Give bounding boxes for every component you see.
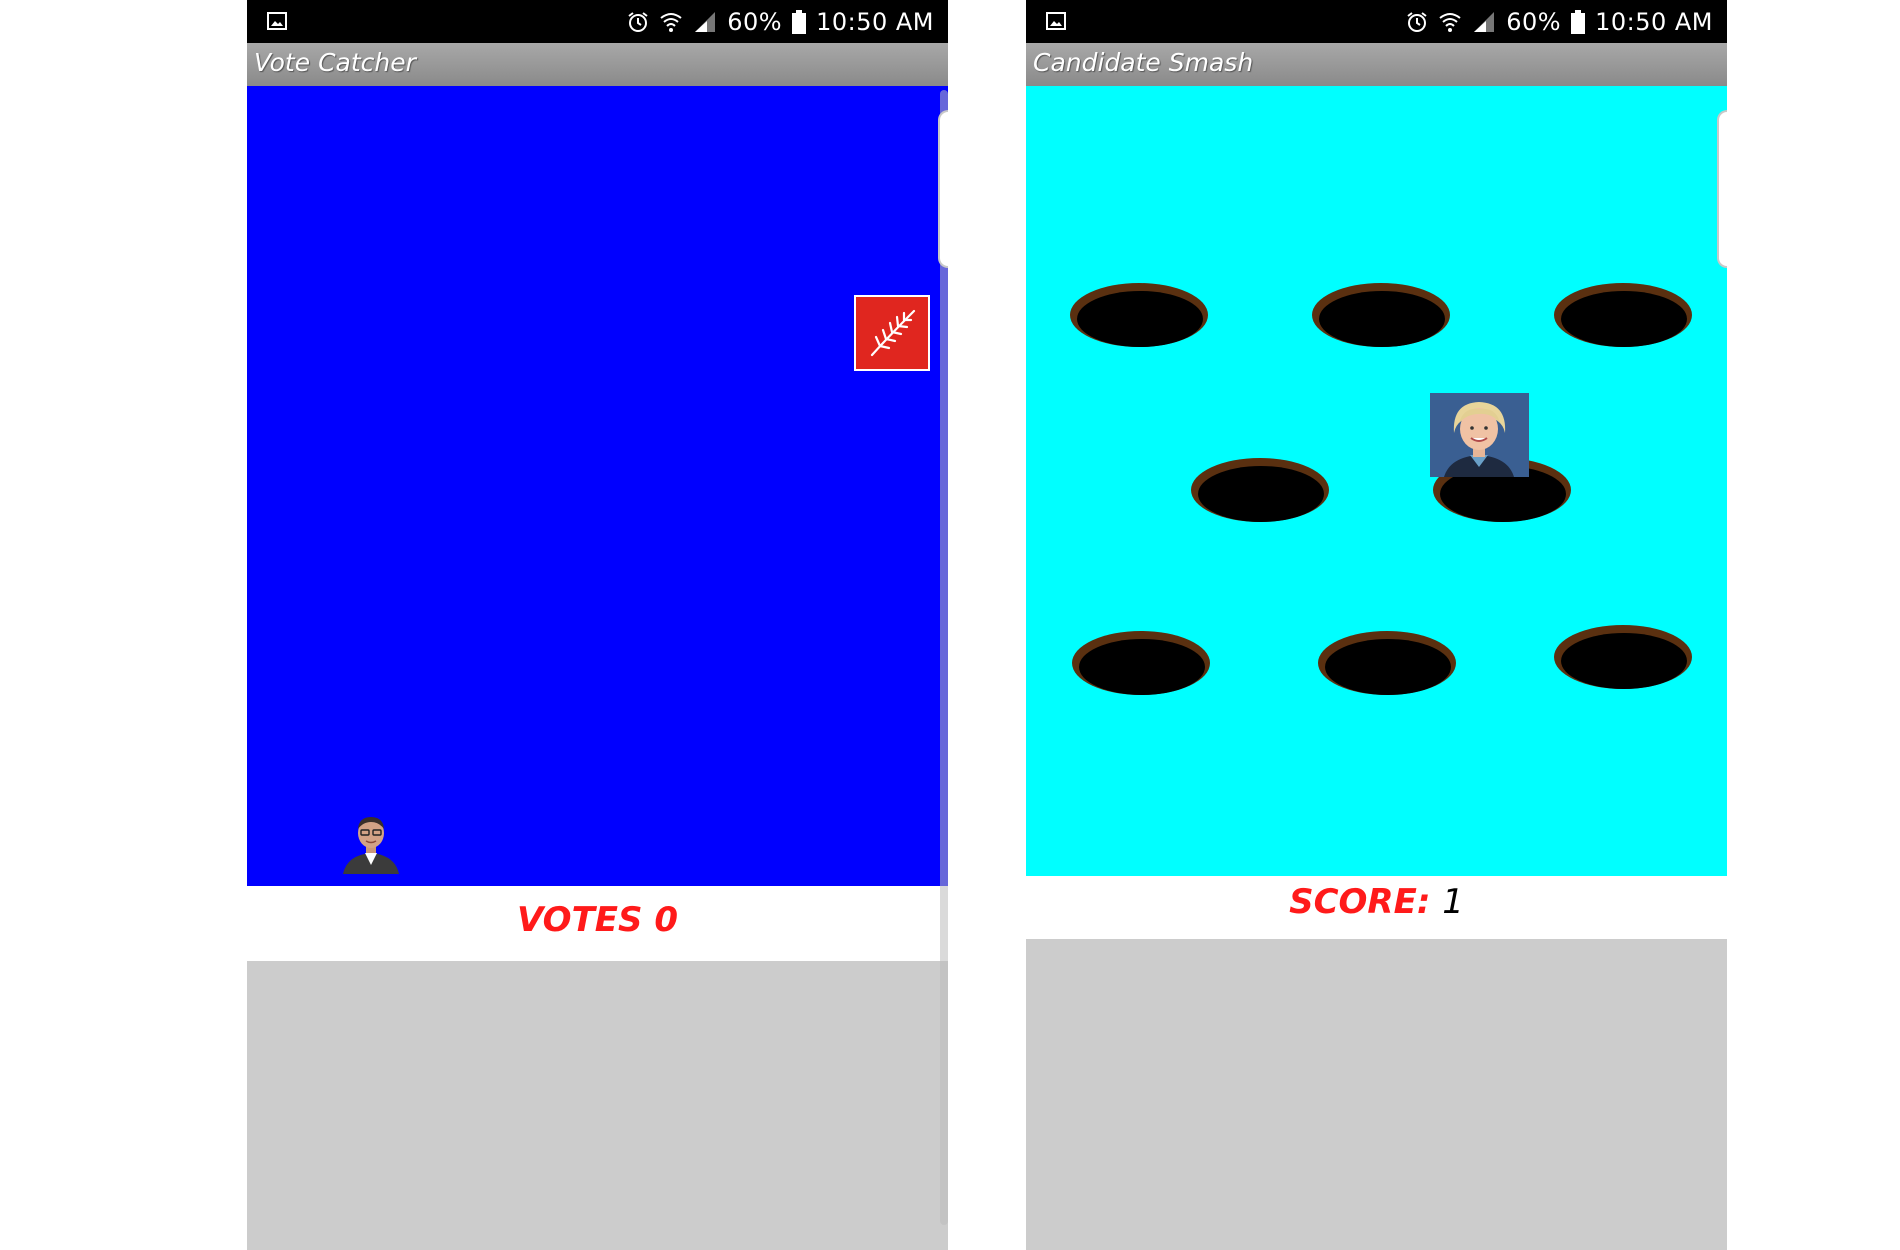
app-title: Vote Catcher xyxy=(254,48,416,77)
votes-value: 0 xyxy=(654,900,679,940)
app-title: Candidate Smash xyxy=(1033,48,1254,77)
fern-icon xyxy=(870,309,916,357)
wifi-icon xyxy=(660,12,682,32)
candidate-smash-screen: 60% 10:50 AM Candidate Smash SCORE: 1 xyxy=(1026,0,1727,1250)
clock: 10:50 AM xyxy=(816,7,934,36)
mole-hole[interactable] xyxy=(1311,282,1451,348)
mole-hole[interactable] xyxy=(1190,457,1330,523)
popped-candidate[interactable] xyxy=(1430,393,1529,477)
mole-hole[interactable] xyxy=(1553,624,1693,690)
app-title-bar: Candidate Smash xyxy=(1026,43,1727,86)
status-bar: 60% 10:50 AM xyxy=(1026,0,1727,43)
wifi-icon xyxy=(1439,12,1461,32)
blank-panel xyxy=(247,961,948,1250)
signal-icon xyxy=(1474,11,1495,32)
score-label: SCORE: xyxy=(1289,882,1431,922)
score-value: 1 xyxy=(1442,882,1464,922)
mole-hole[interactable] xyxy=(1071,630,1211,696)
score-counter: SCORE: 1 xyxy=(1026,876,1727,939)
status-bar: 60% 10:50 AM xyxy=(247,0,948,43)
mole-hole[interactable] xyxy=(1317,630,1457,696)
candidate-portrait xyxy=(343,817,399,874)
battery-icon xyxy=(792,9,807,34)
edge-panel-handle[interactable] xyxy=(1717,110,1727,268)
signal-icon xyxy=(695,11,716,32)
battery-percent: 60% xyxy=(1506,7,1562,36)
catcher-player-avatar[interactable] xyxy=(339,811,403,874)
image-icon xyxy=(267,12,287,30)
vote-catcher-screen: 60% 10:50 AM Vote Catcher VOTES 0 xyxy=(247,0,948,1250)
candidate-portrait xyxy=(1430,393,1529,477)
alarm-icon xyxy=(628,11,648,32)
battery-icon xyxy=(1571,9,1586,34)
catcher-play-field[interactable] xyxy=(247,86,948,886)
mole-hole[interactable] xyxy=(1069,282,1209,348)
falling-vote-tile xyxy=(854,295,930,371)
image-icon xyxy=(1046,12,1066,30)
blank-panel xyxy=(1026,939,1727,1250)
clock: 10:50 AM xyxy=(1595,7,1713,36)
votes-label: VOTES xyxy=(516,900,643,940)
mole-hole[interactable] xyxy=(1553,282,1693,348)
alarm-icon xyxy=(1407,11,1427,32)
edge-panel-handle[interactable] xyxy=(938,110,948,268)
app-title-bar: Vote Catcher xyxy=(247,43,948,86)
votes-counter: VOTES 0 xyxy=(247,886,948,961)
battery-percent: 60% xyxy=(727,7,783,36)
smash-play-field[interactable] xyxy=(1026,86,1727,876)
